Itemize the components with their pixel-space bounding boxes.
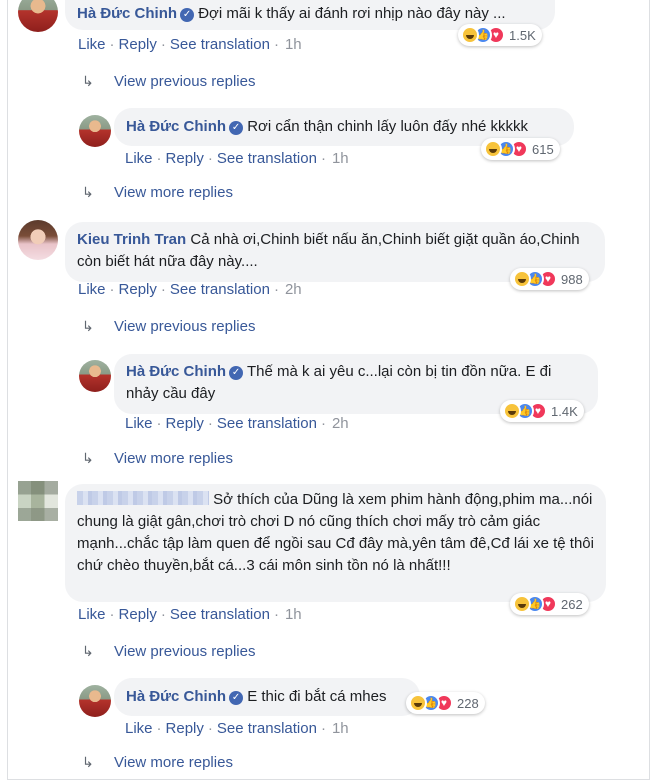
see-translation-link[interactable]: See translation [170,281,270,298]
like-link[interactable]: Like [125,150,153,167]
reply-actions: Like · Reply · See translation · 1h [125,720,349,737]
haha-reaction-icon [484,140,502,158]
like-link[interactable]: Like [78,36,106,53]
avatar[interactable] [79,685,111,717]
reaction-count: 262 [561,596,583,612]
reply-time[interactable]: 1h [332,150,349,167]
comment-actions: Like · Reply · See translation · 2h [78,281,302,298]
reply-arrow-icon: ↳ [82,318,94,334]
reply-author[interactable]: Hà Đức Chinh [126,363,226,380]
like-link[interactable]: Like [78,281,106,298]
reply-link[interactable]: Reply [119,606,157,623]
reaction-summary[interactable]: 👍 ♥ 988 [510,268,589,290]
reply-time[interactable]: 1h [332,720,349,737]
verified-badge-icon: ✓ [229,121,244,135]
reaction-count: 988 [561,271,583,287]
haha-reaction-icon [461,26,479,44]
reaction-summary[interactable]: 👍 ♥ 228 [406,692,485,714]
reply-text: Rơi cẩn thận chinh lấy luôn đấy nhé kkkk… [247,118,529,135]
reply-link[interactable]: Reply [119,281,157,298]
haha-reaction-icon [409,694,427,712]
comment-actions: Like · Reply · See translation · 1h [78,36,302,53]
haha-reaction-icon [503,402,521,420]
reply-arrow-icon: ↳ [82,450,94,466]
comment-time[interactable]: 2h [285,281,302,298]
view-previous-replies[interactable]: ↳ View previous replies [82,643,255,660]
like-link[interactable]: Like [125,415,153,432]
reply-text: E thic đi bắt cá mhes [247,688,387,705]
comment-author[interactable]: Hà Đức Chinh [77,5,177,22]
reaction-summary[interactable]: 👍 ♥ 1.4K [500,400,584,422]
reply-link[interactable]: Reply [119,36,157,53]
reply-arrow-icon: ↳ [82,73,94,89]
view-previous-replies[interactable]: ↳ View previous replies [82,73,255,90]
haha-reaction-icon [513,270,531,288]
reply-actions: Like · Reply · See translation · 2h [125,415,349,432]
comment-text: Đợi mãi k thấy ai đánh rơi nhịp nào đây … [198,5,506,22]
see-translation-link[interactable]: See translation [217,150,317,167]
reply-arrow-icon: ↳ [82,754,94,770]
reply-author[interactable]: Hà Đức Chinh [126,118,226,135]
reply-actions: Like · Reply · See translation · 1h [125,150,349,167]
reply-bubble: Hà Đức Chinh ✓ E thic đi bắt cá mhes [114,678,420,716]
comment-author[interactable]: Kieu Trinh Tran [77,231,186,248]
reply-author[interactable]: Hà Đức Chinh [126,688,226,705]
reaction-summary[interactable]: 👍 ♥ 262 [510,593,589,615]
view-more-replies[interactable]: ↳ View more replies [82,754,233,771]
reaction-summary[interactable]: 👍 ♥ 1.5K [458,24,542,46]
haha-reaction-icon [513,595,531,613]
reply-arrow-icon: ↳ [82,643,94,659]
see-translation-link[interactable]: See translation [217,415,317,432]
see-translation-link[interactable]: See translation [217,720,317,737]
view-more-replies[interactable]: ↳ View more replies [82,450,233,467]
verified-badge-icon: ✓ [229,366,244,380]
see-translation-link[interactable]: See translation [170,36,270,53]
reaction-count: 1.5K [509,27,536,43]
avatar[interactable] [79,115,111,147]
reply-link[interactable]: Reply [166,150,204,167]
reply-time[interactable]: 2h [332,415,349,432]
see-translation-link[interactable]: See translation [170,606,270,623]
reaction-summary[interactable]: 👍 ♥ 615 [481,138,560,160]
reply-arrow-icon: ↳ [82,184,94,200]
reaction-count: 1.4K [551,403,578,419]
reply-link[interactable]: Reply [166,415,204,432]
reply-link[interactable]: Reply [166,720,204,737]
avatar[interactable] [18,220,58,260]
avatar[interactable] [79,360,111,392]
verified-badge-icon: ✓ [229,691,244,705]
reaction-count: 615 [532,141,554,157]
view-previous-replies[interactable]: ↳ View previous replies [82,318,255,335]
comment-time[interactable]: 1h [285,606,302,623]
view-more-replies[interactable]: ↳ View more replies [82,184,233,201]
avatar[interactable] [18,481,58,521]
reaction-count: 228 [457,695,479,711]
comment-time[interactable]: 1h [285,36,302,53]
comment-actions: Like · Reply · See translation · 1h [78,606,302,623]
comment-bubble: Sở thích của Dũng là xem phim hành động,… [65,484,606,602]
verified-badge-icon: ✓ [180,8,195,22]
comment-author-redacted[interactable] [77,491,209,505]
like-link[interactable]: Like [125,720,153,737]
like-link[interactable]: Like [78,606,106,623]
